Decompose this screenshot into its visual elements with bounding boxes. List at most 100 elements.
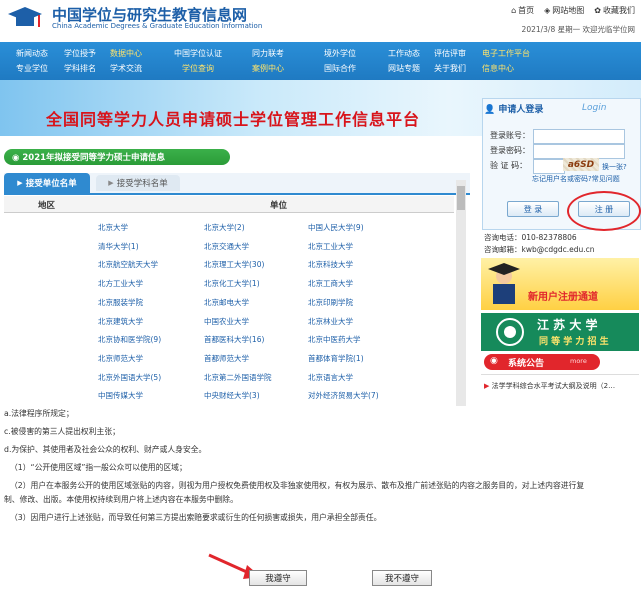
unit-link[interactable]: 北京中医药大学 (308, 334, 361, 345)
unit-link[interactable]: 北京化工大学(1) (204, 278, 260, 289)
nav-item[interactable]: 学位查询 (174, 61, 222, 76)
unit-link[interactable]: 北京协和医学院(9) (98, 334, 161, 345)
nav-item[interactable]: 同力联考 (252, 46, 284, 61)
notice-more-link[interactable]: more (570, 357, 587, 365)
notice-title: 系统公告 (508, 359, 545, 369)
captcha-image[interactable]: a6SD (563, 158, 599, 171)
nav-col-2: 学位授予 学科排名 (64, 46, 96, 76)
nav-item[interactable]: 工作动态 (388, 46, 420, 61)
home-link[interactable]: ⌂ 首页 (511, 5, 534, 16)
tab-accepting-subjects[interactable]: ▶ 接受学科名单 (96, 175, 180, 191)
nav-col-4: 中国学位认证 学位查询 (174, 46, 222, 76)
table-header: 地区 单位 (4, 196, 454, 213)
disagree-button[interactable]: 我不遵守 (372, 570, 432, 586)
terms-line: d.为保护、其使用者及社会公众的权利、财产或人身安全。 (4, 445, 207, 454)
unit-link[interactable]: 北京建筑大学 (98, 316, 143, 327)
unit-link[interactable]: 北京航空航天大学 (98, 259, 158, 270)
unit-link[interactable]: 北京大学 (98, 222, 128, 233)
unit-link[interactable]: 北京大学(2) (204, 222, 245, 233)
nav-item[interactable]: 学术交流 (110, 61, 142, 76)
date-line: 2021/3/8 星期一 欢迎光临学位网 (521, 25, 635, 34)
nav-item[interactable]: 信息中心 (482, 61, 530, 76)
scroll-thumb[interactable] (457, 186, 465, 210)
forgot-password-link[interactable]: 忘记用户名或密码?常见问题 (532, 174, 620, 184)
nav-item[interactable]: 境外学位 (324, 46, 356, 61)
unit-link[interactable]: 北京第二外国语学院 (204, 372, 272, 383)
unit-link[interactable]: 北京邮电大学 (204, 297, 249, 308)
register-highlight-circle (567, 191, 641, 231)
nav-col-6: 境外学位 国际合作 (324, 46, 356, 76)
banner-title: 全国同等学力人员申请硕士学位管理工作信息平台 (46, 110, 421, 129)
sitemap-link[interactable]: ◈ 网站地图 (544, 5, 584, 16)
unit-link[interactable]: 北京师范大学 (98, 353, 143, 364)
unit-link[interactable]: 中国人民大学(9) (308, 222, 364, 233)
unit-link[interactable]: 北京林业大学 (308, 316, 353, 327)
info-bar-title: ◉ 2021年拟接受同等学力硕士申请信息 (12, 153, 166, 163)
notice-icon: ◉ (490, 356, 498, 366)
unit-link[interactable]: 首都体育学院(1) (308, 353, 364, 364)
nav-item[interactable]: 评估评审 (434, 46, 466, 61)
column-header-region: 地区 (38, 201, 56, 211)
account-input[interactable] (533, 129, 625, 144)
play-icon: ▶ (17, 179, 23, 187)
login-title: 👤 申请人登录 (484, 105, 544, 115)
favorite-link[interactable]: ✿ 收藏我们 (594, 5, 635, 16)
unit-link[interactable]: 北方工业大学 (98, 278, 143, 289)
nav-item[interactable]: 关于我们 (434, 61, 466, 76)
university-seal-icon (496, 318, 524, 346)
contact-email[interactable]: 咨询邮箱：kwb@cdgdc.edu.cn (484, 244, 595, 256)
password-label: 登录密码： (490, 146, 530, 155)
unit-link[interactable]: 北京外国语大学(5) (98, 372, 161, 383)
unit-link[interactable]: 中国传媒大学 (98, 390, 143, 401)
nav-col-5: 同力联考 案例中心 (252, 46, 284, 76)
unit-link[interactable]: 北京工商大学 (308, 278, 353, 289)
account-label: 登录账号： (490, 131, 530, 140)
nav-col-9: 电子工作平台 信息中心 (482, 46, 530, 76)
jiangsu-university-banner[interactable]: 江 苏 大 学 同 等 学 力 招 生 (481, 313, 639, 351)
list-scrollbar[interactable] (456, 180, 466, 406)
unit-link[interactable]: 北京工业大学 (308, 241, 353, 252)
graduate-icon (488, 263, 520, 304)
jiangsu-name: 江 苏 大 学 (537, 318, 598, 332)
unit-link[interactable]: 首都医科大学(16) (204, 334, 264, 345)
nav-item[interactable]: 案例中心 (252, 61, 284, 76)
unit-link[interactable]: 北京服装学院 (98, 297, 143, 308)
nav-item[interactable]: 电子工作平台 (482, 46, 530, 61)
site-subtitle: China Academic Degrees & Graduate Educat… (52, 22, 263, 30)
contact-phone: 咨询电话：010-82378806 (484, 233, 577, 242)
sitemap-icon: ◈ (544, 6, 551, 15)
unit-link[interactable]: 北京语言大学 (308, 372, 353, 383)
login-button[interactable]: 登 录 (507, 201, 559, 217)
unit-link[interactable]: 北京交通大学 (204, 241, 249, 252)
terms-line: a.法律程序所规定； (4, 409, 74, 418)
nav-item[interactable]: 数据中心 (110, 46, 142, 61)
nav-item[interactable]: 新闻动态 (16, 46, 48, 61)
circle-icon: ◉ (12, 153, 23, 163)
captcha-input[interactable] (533, 159, 565, 174)
notice-divider (481, 374, 639, 375)
unit-link[interactable]: 中国农业大学 (204, 316, 249, 327)
password-input[interactable] (533, 144, 625, 159)
agree-button[interactable]: 我遵守 (249, 570, 307, 586)
contact-info: 咨询电话：010-82378806 咨询邮箱：kwb@cdgdc.edu.cn (484, 232, 595, 256)
nav-item[interactable]: 中国学位认证 (174, 46, 222, 61)
nav-item[interactable]: 学科排名 (64, 61, 96, 76)
refresh-captcha-link[interactable]: 换一张? (602, 162, 627, 172)
nav-item[interactable]: 国际合作 (324, 61, 356, 76)
unit-link[interactable]: 北京印刷学院 (308, 297, 353, 308)
unit-link[interactable]: 北京科技大学 (308, 259, 353, 270)
terms-text: a.法律程序所规定； c.被侵害的第三人提出权利主张； d.为保护、其使用者及社… (4, 405, 640, 527)
unit-link[interactable]: 对外经济贸易大学(7) (308, 390, 379, 401)
notice-item[interactable]: ▶ 法学学科综合水平考试大纲及说明（2… (484, 381, 615, 391)
nav-col-8: 评估评审 关于我们 (434, 46, 466, 76)
unit-link[interactable]: 中央财经大学(3) (204, 390, 260, 401)
unit-link[interactable]: 北京理工大学(30) (204, 259, 264, 270)
nav-item[interactable]: 学位授予 (64, 46, 96, 61)
nav-item[interactable]: 专业学位 (16, 61, 48, 76)
nav-col-7: 工作动态 网站专题 (388, 46, 420, 76)
nav-item[interactable]: 网站专题 (388, 61, 420, 76)
column-header-unit: 单位 (270, 201, 288, 211)
unit-link[interactable]: 首都师范大学 (204, 353, 249, 364)
tab-accepting-units[interactable]: ▶ 接受单位名单 (4, 173, 90, 193)
unit-link[interactable]: 清华大学(1) (98, 241, 139, 252)
